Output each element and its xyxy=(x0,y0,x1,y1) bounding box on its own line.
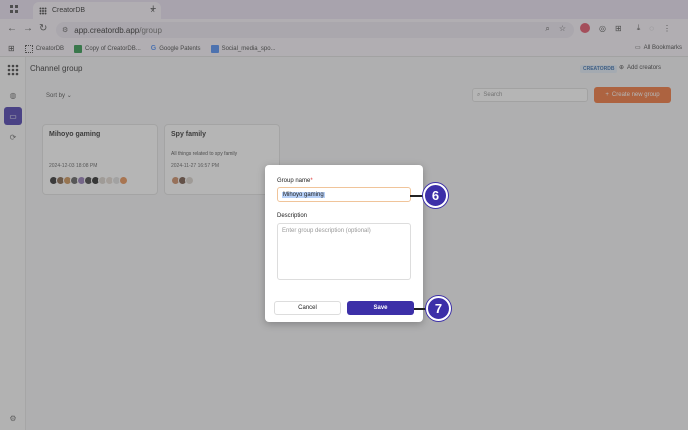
description-textarea[interactable]: Enter group description (optional) xyxy=(277,223,411,280)
callout-7: 7 xyxy=(426,296,451,321)
group-name-label: Group name* xyxy=(277,178,313,184)
save-button[interactable]: Save xyxy=(347,301,414,315)
group-name-input[interactable]: Mihoyo gaming xyxy=(277,187,411,202)
callout-line-6 xyxy=(410,195,424,197)
description-label: Description xyxy=(277,213,308,219)
callout-6: 6 xyxy=(423,183,448,208)
cancel-button[interactable]: Cancel xyxy=(274,301,341,315)
create-group-modal: Group name* Mihoyo gaming Description En… xyxy=(265,165,423,322)
callout-line-7 xyxy=(414,308,426,310)
